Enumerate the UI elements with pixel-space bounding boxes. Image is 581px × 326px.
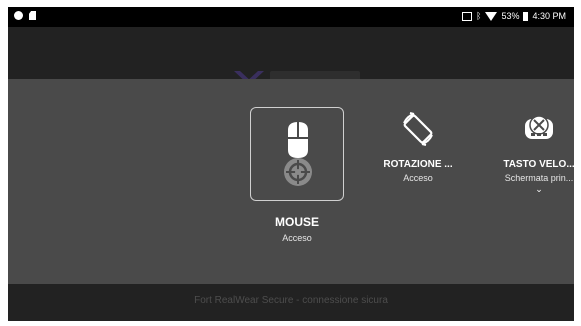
device-screen: ᛒ 53% 4:30 PM Fort RealWear Secure - con… [8, 7, 574, 321]
tile-mouse-status: Acceso [282, 233, 312, 243]
mouse-icon [284, 122, 312, 186]
rotation-icon [398, 109, 438, 149]
notification-dot-icon [14, 11, 23, 20]
nfc-icon [462, 11, 473, 21]
status-bar: ᛒ 53% 4:30 PM [8, 7, 574, 27]
keyboard-shortcut-icon [519, 109, 559, 149]
tile-mouse-highlight[interactable] [250, 107, 344, 201]
tile-mouse-label: MOUSE [274, 215, 319, 229]
battery-icon [523, 11, 529, 21]
tile-rotation-label: ROTAZIONE ... [383, 159, 453, 170]
tile-rotation-status: Acceso [403, 173, 433, 183]
status-right: ᛒ 53% 4:30 PM [462, 11, 566, 21]
sd-card-icon [29, 11, 36, 20]
clock: 4:30 PM [532, 11, 566, 21]
quick-settings-panel: MOUSE Acceso ROTAZIONE ... Acceso TASTO … [8, 79, 574, 284]
tile-shortcut-status: Schermata prin... [504, 173, 574, 183]
tile-mouse[interactable]: MOUSE Acceso [250, 107, 344, 243]
tile-shortcut-key[interactable]: TASTO VELO... Schermata prin... ⌄ [499, 109, 574, 195]
tile-shortcut-label: TASTO VELO... [503, 159, 574, 170]
tile-rotation[interactable]: ROTAZIONE ... Acceso [378, 109, 458, 183]
background-footer-text: Fort RealWear Secure - connessione sicur… [194, 295, 388, 306]
bluetooth-icon: ᛒ [476, 10, 482, 21]
battery-percent: 53% [501, 11, 520, 21]
chevron-down-icon[interactable]: ⌄ [499, 184, 574, 195]
status-left [14, 11, 36, 20]
wifi-icon [485, 11, 498, 21]
